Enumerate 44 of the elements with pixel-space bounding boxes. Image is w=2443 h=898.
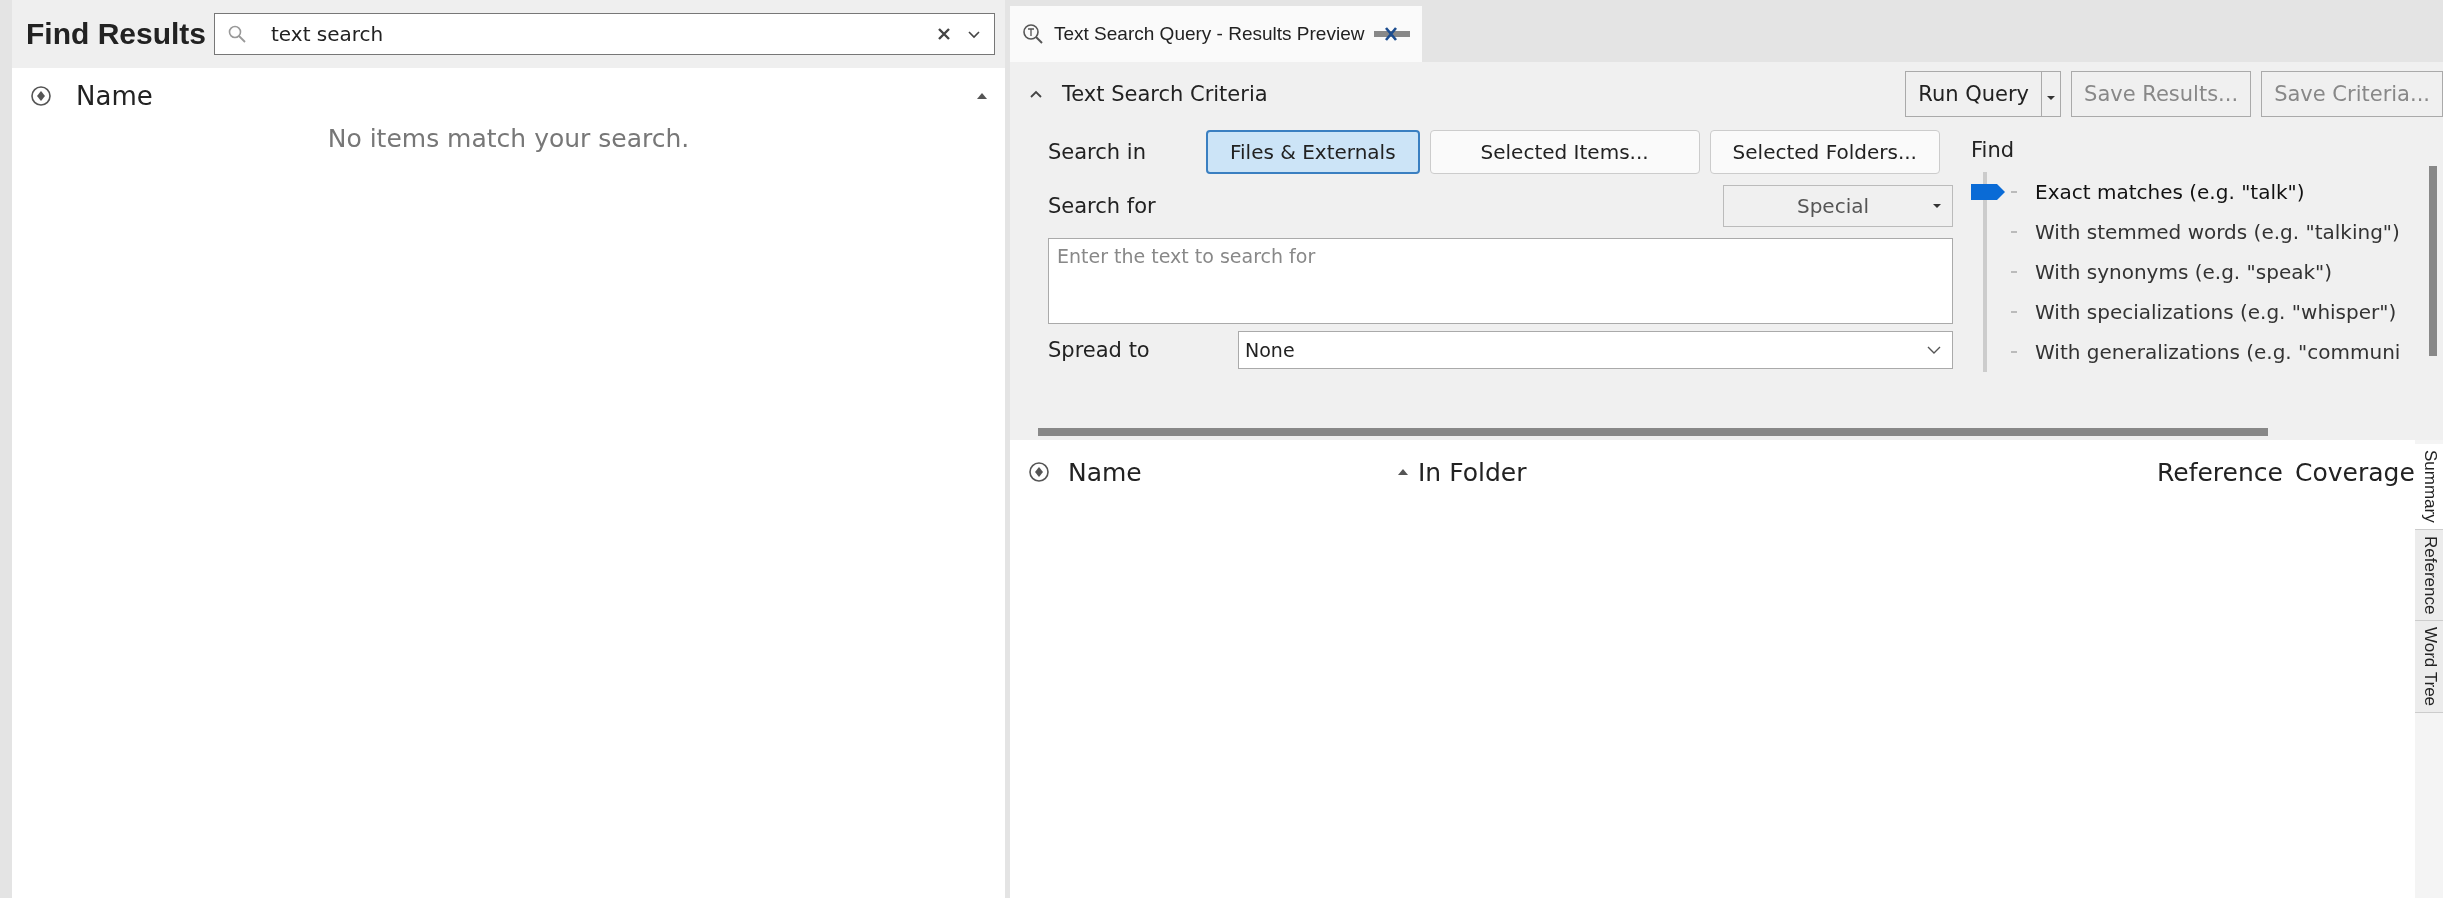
option-label[interactable]: With specializations (e.g. "whisper") <box>2035 300 2397 324</box>
slider-thumb[interactable] <box>1971 182 2007 202</box>
scope-button[interactable]: Selected Items... <box>1429 130 1700 174</box>
add-column-icon[interactable] <box>30 85 52 107</box>
magnifier-icon <box>1022 23 1044 45</box>
panel-title: Find Results <box>26 17 206 51</box>
add-column-icon[interactable] <box>1028 461 1050 483</box>
column-header[interactable]: In Folder <box>1396 457 1527 487</box>
document-tab[interactable]: Text Search Query - Results Preview <box>1010 6 1423 62</box>
scope-button[interactable]: Selected Folders... <box>1709 130 1940 174</box>
column-header[interactable]: Coverage <box>2295 457 2415 487</box>
side-tab[interactable]: Word Tree <box>2415 621 2443 714</box>
caret-icon <box>1932 203 1942 209</box>
option-label[interactable]: With stemmed words (e.g. "talking") <box>2035 220 2400 244</box>
spread-dropdown[interactable]: None <box>1238 331 1953 369</box>
caret-icon <box>2046 95 2057 101</box>
collapse-caret-icon[interactable] <box>1028 88 1044 100</box>
search-text-area[interactable]: Enter the text to search for <box>1048 238 1953 324</box>
search-field[interactable]: text search <box>214 13 995 55</box>
column-header[interactable]: Name <box>1068 457 1142 487</box>
scrollbar-thumb[interactable] <box>2429 166 2437 356</box>
sort-arrow-icon <box>975 91 989 101</box>
section-title: Text Search Criteria <box>1062 82 1269 106</box>
field-label: Spread to <box>1048 338 1151 362</box>
field-label: Search in <box>1048 140 1147 164</box>
column-header[interactable]: Name <box>76 81 951 111</box>
sort-arrow-icon <box>1396 467 1410 477</box>
field-label: Find <box>1971 138 2016 162</box>
clear-icon[interactable] <box>936 26 952 42</box>
option-label[interactable]: With generalizations (e.g. "communi <box>2035 340 2401 364</box>
run-query-button[interactable]: Run Query <box>1905 71 2043 117</box>
empty-message: No items match your search. <box>326 124 691 153</box>
side-tab[interactable]: Reference <box>2415 529 2443 622</box>
scope-button[interactable]: Files & Externals <box>1206 130 1420 174</box>
option-label[interactable]: Exact matches (e.g. "talk") <box>2035 180 2305 204</box>
special-dropdown[interactable]: Special <box>1723 185 1953 227</box>
dropdown-button[interactable] <box>2042 71 2062 117</box>
scrollbar-thumb[interactable] <box>1038 428 2268 436</box>
side-tab[interactable]: Summary <box>2415 444 2443 530</box>
column-header[interactable]: Reference <box>2157 457 2283 487</box>
search-icon <box>227 24 247 44</box>
chevron-down-icon <box>1927 346 1941 354</box>
field-label: Search for <box>1048 194 1156 218</box>
option-label[interactable]: With synonyms (e.g. "speak") <box>2035 260 2333 284</box>
